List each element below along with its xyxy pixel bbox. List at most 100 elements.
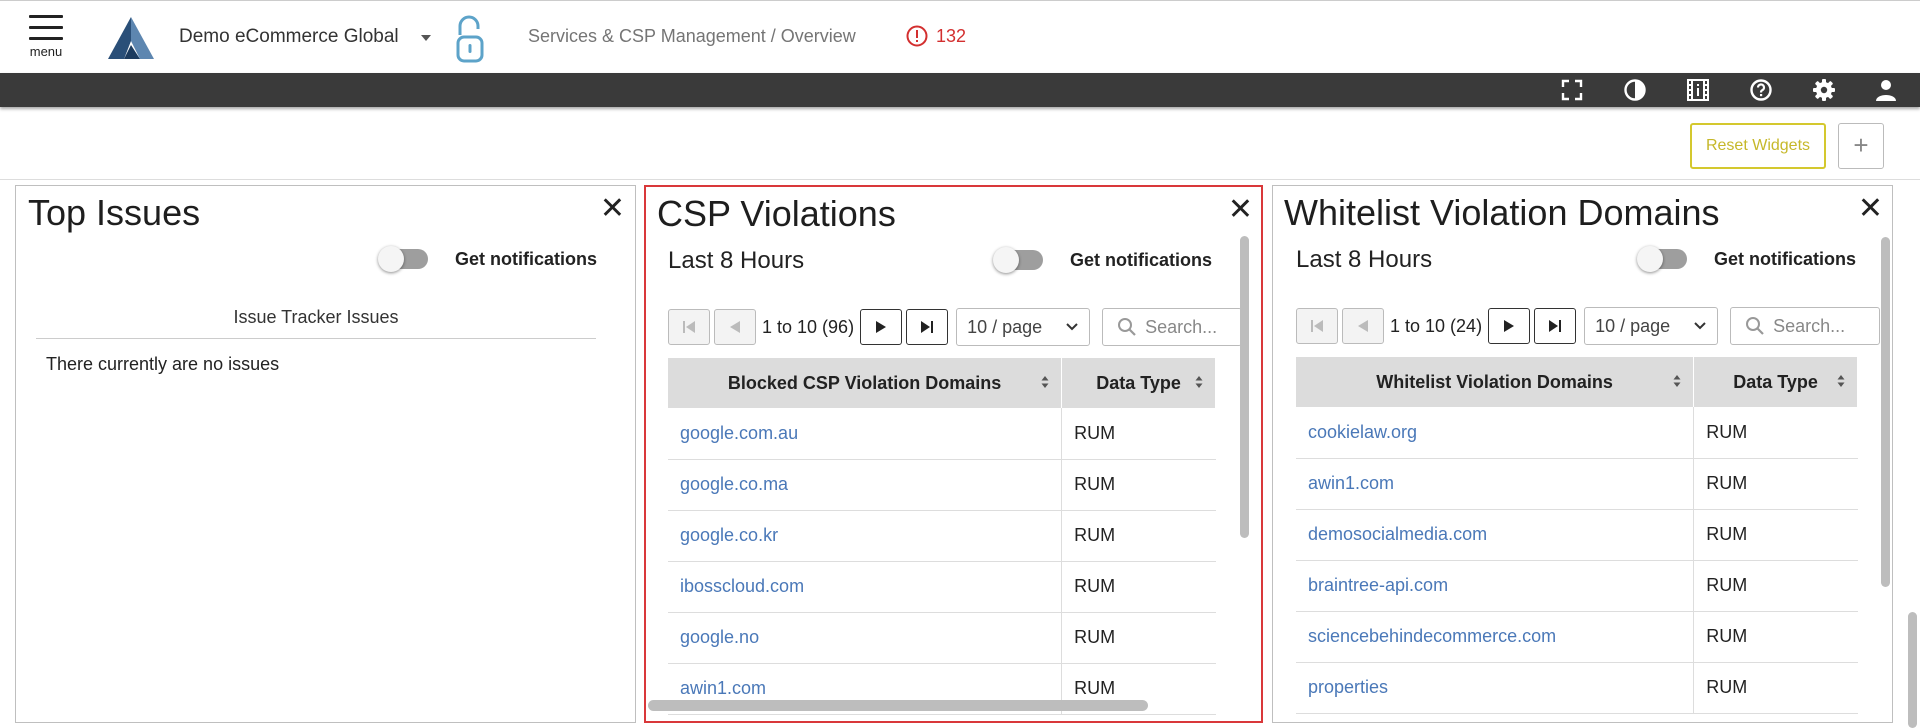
table-row: properties RUM xyxy=(1296,662,1858,714)
whitelist-domains-table: Whitelist Violation Domains Data Type co… xyxy=(1296,357,1858,714)
first-page-button[interactable] xyxy=(1296,308,1338,344)
reset-widgets-button[interactable]: Reset Widgets xyxy=(1690,123,1826,169)
column-header-label: Data Type xyxy=(1733,371,1818,392)
table-row: google.co.ma RUM xyxy=(668,459,1216,511)
domain-link[interactable]: ibosscloud.com xyxy=(668,561,1063,613)
org-dropdown-caret-icon[interactable] xyxy=(421,35,431,41)
notifications-label: Get notifications xyxy=(1070,250,1213,270)
menu-button[interactable]: menu xyxy=(26,13,66,67)
panel-title: Top Issues xyxy=(28,192,201,233)
page-scrollbar[interactable] xyxy=(1908,612,1917,728)
page-size-value: 10 / page xyxy=(1595,315,1671,336)
domain-link[interactable]: properties xyxy=(1296,662,1695,714)
empty-state-text: There currently are no issues xyxy=(46,354,280,374)
first-page-icon xyxy=(1311,320,1323,332)
domain-link[interactable]: demosocialmedia.com xyxy=(1296,509,1695,561)
domain-link[interactable]: awin1.com xyxy=(1296,458,1695,510)
alert-count: 132 xyxy=(936,25,967,46)
column-header-domain[interactable]: Blocked CSP Violation Domains xyxy=(668,358,1063,408)
table-row: cookielaw.org RUM xyxy=(1296,407,1858,459)
data-type-cell: RUM xyxy=(1061,510,1216,562)
error-alert-icon xyxy=(906,25,928,47)
search-input[interactable] xyxy=(1145,316,1236,338)
user-account-icon[interactable] xyxy=(1874,78,1898,102)
whitelist-violations-panel: Whitelist Violation Domains ✕ Last 8 Hou… xyxy=(1272,185,1893,723)
notifications-label: Get notifications xyxy=(455,249,598,269)
domain-link[interactable]: google.com.au xyxy=(668,408,1063,460)
previous-page-button[interactable] xyxy=(714,309,756,345)
divider xyxy=(0,179,1920,180)
page-size-select[interactable]: 10 / page xyxy=(1584,307,1719,345)
panel-title: Whitelist Violation Domains xyxy=(1284,192,1720,233)
top-header: menu Demo eCommerce Global Services & CS… xyxy=(0,0,1920,72)
contrast-icon[interactable] xyxy=(1623,78,1647,102)
table-row: google.co.kr RUM xyxy=(668,510,1216,562)
close-panel-icon[interactable]: ✕ xyxy=(1228,195,1253,225)
csp-domains-table: Blocked CSP Violation Domains Data Type … xyxy=(668,358,1216,715)
breadcrumb: Services & CSP Management / Overview xyxy=(528,26,856,46)
release-notes-icon[interactable] xyxy=(1686,78,1710,102)
last-page-button[interactable] xyxy=(1534,308,1577,344)
table-row: braintree-api.com RUM xyxy=(1296,560,1858,612)
pagination: 1 to 10 (96) 10 / page xyxy=(668,308,1243,346)
domain-link[interactable]: google.co.kr xyxy=(668,510,1063,562)
data-type-cell: RUM xyxy=(1693,509,1858,561)
previous-page-icon xyxy=(730,321,740,333)
org-name[interactable]: Demo eCommerce Global xyxy=(179,26,399,48)
vertical-scrollbar[interactable] xyxy=(1881,237,1890,587)
sort-icon xyxy=(1837,375,1845,387)
table-row: demosocialmedia.com RUM xyxy=(1296,509,1858,561)
column-header-data-type[interactable]: Data Type xyxy=(1693,357,1858,407)
top-issues-panel: Top Issues ✕ Get notifications Issue Tra… xyxy=(15,185,636,723)
next-page-button[interactable] xyxy=(1488,308,1531,344)
data-type-cell: RUM xyxy=(1061,408,1216,460)
close-panel-icon[interactable]: ✕ xyxy=(1858,194,1883,224)
table-row: awin1.com RUM xyxy=(1296,458,1858,510)
notifications-toggle[interactable] xyxy=(378,246,428,272)
search-box[interactable] xyxy=(1102,308,1243,346)
column-header-data-type[interactable]: Data Type xyxy=(1061,358,1216,408)
page-size-select[interactable]: 10 / page xyxy=(956,308,1091,346)
close-panel-icon[interactable]: ✕ xyxy=(600,194,625,224)
domain-link[interactable]: braintree-api.com xyxy=(1296,560,1695,612)
search-icon xyxy=(1118,318,1136,336)
chevron-down-icon xyxy=(1066,323,1078,331)
page-range-text: 1 to 10 (24) xyxy=(1390,315,1483,336)
last-page-button[interactable] xyxy=(906,309,949,345)
next-page-button[interactable] xyxy=(860,309,903,345)
horizontal-scrollbar[interactable] xyxy=(648,700,1148,711)
add-widget-button[interactable]: + xyxy=(1838,123,1884,169)
page-range-text: 1 to 10 (96) xyxy=(762,316,855,337)
previous-page-button[interactable] xyxy=(1342,308,1384,344)
data-type-cell: RUM xyxy=(1693,611,1858,663)
domain-link[interactable]: google.no xyxy=(668,612,1063,664)
search-input[interactable] xyxy=(1773,315,1864,337)
notifications-toggle[interactable] xyxy=(1637,246,1687,272)
menu-label: menu xyxy=(29,44,63,59)
settings-gear-icon[interactable] xyxy=(1812,78,1836,102)
fullscreen-icon[interactable] xyxy=(1560,78,1584,102)
chevron-down-icon xyxy=(1694,322,1706,330)
data-type-cell: RUM xyxy=(1693,560,1858,612)
first-page-button[interactable] xyxy=(668,309,710,345)
notifications-toggle[interactable] xyxy=(993,247,1043,273)
help-icon[interactable] xyxy=(1749,78,1773,102)
domain-link[interactable]: cookielaw.org xyxy=(1296,407,1695,459)
data-type-cell: RUM xyxy=(1061,612,1216,664)
issue-tracker-header: Issue Tracker Issues xyxy=(36,307,596,339)
column-header-label: Data Type xyxy=(1096,372,1181,393)
domain-link[interactable]: sciencebehindecommerce.com xyxy=(1296,611,1695,663)
data-type-cell: RUM xyxy=(1061,459,1216,511)
vertical-scrollbar[interactable] xyxy=(1240,236,1249,538)
first-page-icon xyxy=(683,321,695,333)
alert-badge[interactable]: 132 xyxy=(906,25,966,47)
domain-link[interactable]: google.co.ma xyxy=(668,459,1063,511)
data-type-cell: RUM xyxy=(1061,561,1216,613)
column-header-domain[interactable]: Whitelist Violation Domains xyxy=(1296,357,1695,407)
time-range-label: Last 8 Hours xyxy=(668,247,805,274)
search-box[interactable] xyxy=(1730,307,1881,345)
last-page-icon xyxy=(921,321,934,333)
last-page-icon xyxy=(1549,320,1562,332)
sort-icon xyxy=(1195,376,1203,388)
time-range-label: Last 8 Hours xyxy=(1296,246,1433,273)
